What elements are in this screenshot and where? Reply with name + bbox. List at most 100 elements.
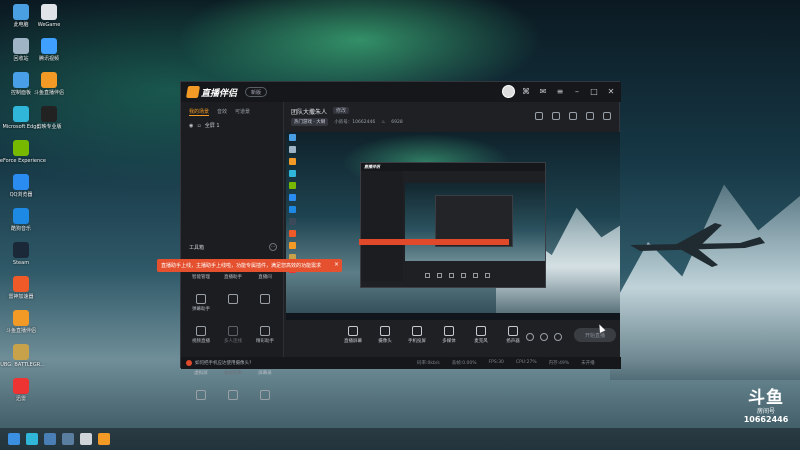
source-button[interactable]: 扬声器 (502, 326, 524, 344)
toolbox-item-label: 虚拟形象 (224, 371, 242, 376)
wegame-icon (41, 4, 57, 20)
toolbox-item[interactable]: 视频直播 (185, 326, 217, 344)
toolbox-item[interactable]: 弹幕助手 (185, 294, 217, 312)
toolbox-item[interactable] (217, 294, 249, 312)
menu-icon[interactable]: ≡ (554, 86, 566, 98)
start-live-button[interactable]: 开始直播 (574, 328, 616, 342)
lock-icon[interactable]: ▫ (197, 123, 200, 129)
obs-icon[interactable] (80, 433, 92, 445)
status-tip-link[interactable]: 如何把手机应达使用摄像头? (195, 360, 251, 366)
edge-taskbar-icon[interactable] (26, 433, 38, 445)
heat-value: 6928 (391, 119, 403, 125)
source-button-label: 多媒体 (442, 339, 456, 344)
minimize-icon[interactable]: – (571, 86, 583, 98)
version-badge[interactable]: 新版 (245, 87, 267, 97)
toolbox-item-label: 虚拟屏 (194, 371, 208, 376)
settings-gear-icon[interactable] (554, 333, 562, 341)
unlock-icon[interactable] (552, 112, 560, 120)
recycle-bin-icon (13, 38, 29, 54)
toolbox-item[interactable] (249, 294, 281, 312)
source-button[interactable]: 麦克风 (470, 326, 492, 344)
desktop-icon-label: GeForce Experience (0, 158, 46, 164)
source-button[interactable]: 摄像头 (374, 326, 396, 344)
source-button[interactable]: 多媒体 (438, 326, 460, 344)
source-button[interactable]: 手机投屏 (406, 326, 428, 344)
shop-icon[interactable] (569, 112, 577, 120)
toolbox-item-label: 直播助手 (224, 275, 242, 280)
explorer-icon[interactable] (44, 433, 56, 445)
notification-icon[interactable] (586, 112, 594, 120)
douyu-taskbar-icon[interactable] (98, 433, 110, 445)
edit-title-button[interactable]: 修改 (333, 107, 350, 114)
gift-icon[interactable] (535, 112, 543, 120)
tab-scenery[interactable]: 可道景 (235, 108, 250, 116)
nested-preview-window: 直播伴侣 (359, 162, 546, 288)
steam-taskbar-icon[interactable] (62, 433, 74, 445)
toolbox-item-label: 直播间 (258, 275, 272, 280)
desktop-icon-label: 腾讯视频 (38, 56, 59, 62)
toolbox-item[interactable] (249, 390, 281, 402)
toolbox-item[interactable]: 多人连线 (217, 326, 249, 344)
message-icon[interactable]: ✉ (537, 86, 549, 98)
source-button-label: 直播屏幕 (344, 339, 362, 344)
desktop-icon[interactable]: 腾讯视频 (32, 38, 66, 62)
desktop-icon[interactable]: 迅雷 (4, 378, 38, 402)
source-button[interactable]: 直播屏幕 (342, 326, 364, 344)
toolbox-more-button[interactable]: ··· (269, 243, 277, 251)
share-icon[interactable] (603, 112, 611, 120)
toast-close-icon[interactable]: × (334, 261, 339, 268)
tool-icon (228, 294, 238, 304)
close-icon[interactable]: ✕ (605, 86, 617, 98)
stream-preview[interactable]: 直播伴侣 (286, 132, 620, 320)
scene-item-label: 全屏 1 (204, 123, 220, 129)
douyu-companion-icon (41, 72, 57, 88)
toolbox-item[interactable] (185, 390, 217, 402)
desktop-icon-label: 雷神加速器 (8, 294, 34, 300)
desktop-icon-label: 剪映专业版 (36, 124, 62, 130)
pubg-icon (13, 344, 29, 360)
desktop-icon[interactable]: 斗鱼直播伴侣 (4, 310, 38, 334)
window-titlebar[interactable]: 直播伴侣 新版 ⌘ ✉ ≡ – □ ✕ (181, 82, 621, 102)
speaker-icon (508, 326, 518, 336)
eye-icon[interactable]: ◉ (189, 123, 193, 129)
header-actions (535, 112, 611, 120)
preview-desktop-icons (289, 134, 303, 278)
gamepad-icon[interactable]: ⌘ (520, 86, 532, 98)
desktop-icon-label: 斗鱼直播伴侣 (5, 328, 36, 334)
douyu-logo-icon (185, 86, 201, 98)
camera-settings-icon[interactable] (526, 333, 534, 341)
leishen-icon (13, 276, 29, 292)
desktop-icon[interactable]: QQ浏览器 (4, 174, 38, 198)
maximize-icon[interactable]: □ (588, 86, 600, 98)
toolbox-item[interactable] (217, 390, 249, 402)
status-stat: 码率:0kb/s (417, 361, 440, 366)
desktop-icon-label: QQ浏览器 (9, 192, 33, 198)
xunlei-icon (13, 378, 29, 394)
desktop-icon[interactable]: GeForce Experience (0, 140, 46, 164)
desktop-icon-label: Steam (12, 260, 30, 266)
scene-item[interactable]: ◉ ▫ 全屏 1 (181, 118, 283, 133)
windows-start-icon[interactable] (8, 433, 20, 445)
desktop-icon-label: WeGame (37, 22, 61, 28)
toolbox-item-label: 精彩助手 (256, 339, 274, 344)
desktop-icon[interactable]: PUBG: BATTLEGR... (0, 344, 45, 368)
category-tag[interactable]: 热门游戏 · 大喇 (291, 118, 329, 126)
feature-toast[interactable]: 直播助手上线，主播助手上线啦，功能专属插件，满足您高效的功能需求 × (157, 259, 342, 272)
user-avatar[interactable] (502, 85, 515, 98)
toolbox-item-label: 智能管理 (192, 275, 210, 280)
desktop-icon[interactable]: 斗鱼直播伴侣 (32, 72, 66, 96)
tencent-video-icon (41, 38, 57, 54)
room-id-label: 小房号： (334, 120, 353, 125)
desktop-icon[interactable]: 剪映专业版 (32, 106, 66, 130)
toolbox-item[interactable]: 精彩助手 (249, 326, 281, 344)
source-button-label: 手机投屏 (408, 339, 426, 344)
source-toolbar: 直播屏幕 摄像头 手机投屏 多媒体 麦克风 扬声器 开始直播 (286, 320, 620, 357)
desktop-icon[interactable]: WeGame (32, 4, 66, 28)
desktop-icon[interactable]: 酷狗音乐 (4, 208, 38, 232)
desktop-icon[interactable]: 雷神加速器 (4, 276, 38, 300)
timer-icon[interactable] (540, 333, 548, 341)
tool-icon (228, 390, 238, 400)
desktop-icon[interactable]: Steam (4, 242, 38, 266)
tab-sound-effects[interactable]: 音效 (217, 108, 227, 116)
tab-my-scenes[interactable]: 我的场景 (189, 108, 210, 116)
